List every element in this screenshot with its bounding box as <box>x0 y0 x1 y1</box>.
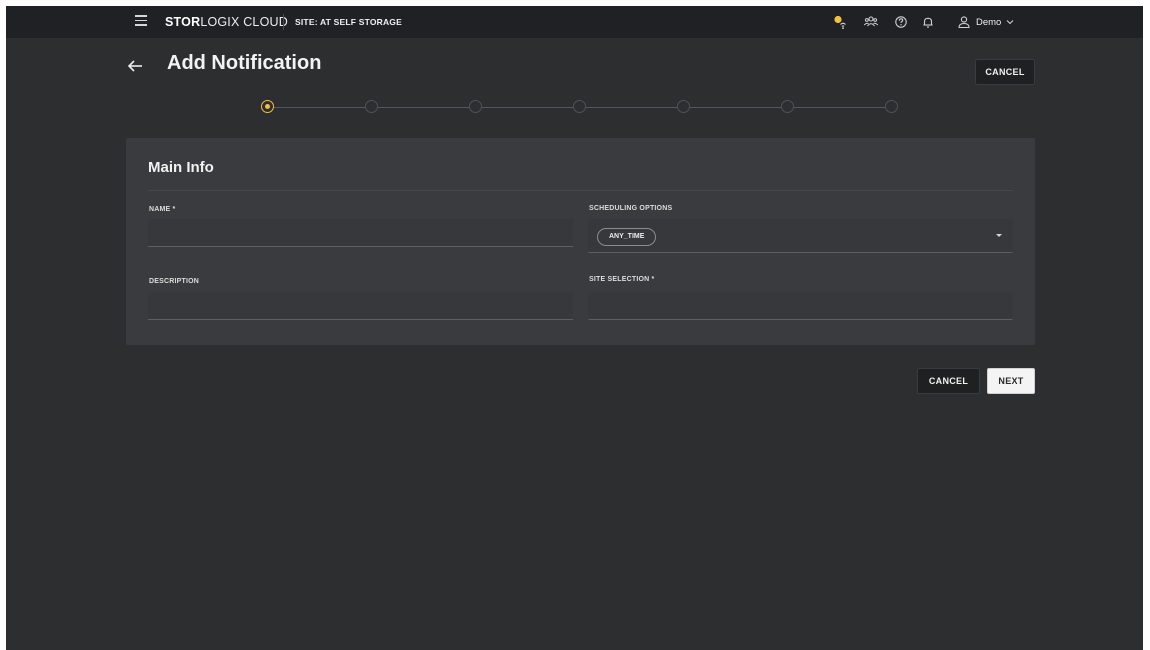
name-label: NAME * <box>149 206 176 213</box>
stepper-connector <box>378 106 469 108</box>
chevron-down-icon <box>1006 20 1014 25</box>
site-label[interactable]: SITE: AT SELF STORAGE <box>295 17 402 27</box>
user-name: Demo <box>976 16 1002 28</box>
step-2[interactable] <box>365 100 378 113</box>
stepper <box>261 99 901 115</box>
step-6[interactable] <box>781 100 794 113</box>
app-window: STORLOGIX CLOUD SITE: AT SELF STORAGE De… <box>6 6 1143 650</box>
user-menu[interactable]: Demo <box>957 13 1014 31</box>
topbar-divider <box>283 14 284 30</box>
hamburger-menu-icon[interactable] <box>135 15 147 29</box>
description-label: DESCRIPTION <box>149 278 200 285</box>
help-circle-icon[interactable] <box>893 14 909 30</box>
step-7[interactable] <box>885 100 898 113</box>
header-cancel-button[interactable]: CANCEL <box>975 59 1035 85</box>
site-selection-select[interactable] <box>588 292 1013 320</box>
step-4[interactable] <box>573 100 586 113</box>
brand-bold-text: STOR <box>165 15 201 29</box>
brand-logo[interactable]: STORLOGIX CLOUD <box>165 15 288 29</box>
description-input[interactable] <box>148 292 573 320</box>
stepper-connector <box>586 106 677 108</box>
card-divider <box>148 190 1013 191</box>
card-title: Main Info <box>148 159 214 176</box>
arrow-left-icon[interactable] <box>126 56 146 76</box>
name-input[interactable] <box>148 219 573 247</box>
scheduling-options-label: SCHEDULING OPTIONS <box>589 205 673 212</box>
step-1-active[interactable] <box>261 100 274 113</box>
next-button[interactable]: NEXT <box>987 368 1035 394</box>
site-selection-label: SITE SELECTION * <box>589 276 655 283</box>
user-icon <box>958 16 970 29</box>
stepper-connector <box>690 106 781 108</box>
sun-cloud-icon[interactable] <box>832 14 848 30</box>
bell-icon[interactable] <box>920 14 936 30</box>
step-5[interactable] <box>677 100 690 113</box>
people-icon[interactable] <box>863 14 879 30</box>
step-3[interactable] <box>469 100 482 113</box>
stepper-connector <box>274 106 365 108</box>
dropdown-caret-icon <box>996 234 1002 237</box>
scheduling-options-select[interactable]: ANY_TIME <box>588 219 1013 253</box>
stepper-connector <box>482 106 573 108</box>
top-bar: STORLOGIX CLOUD SITE: AT SELF STORAGE De… <box>6 6 1143 38</box>
footer-cancel-button[interactable]: CANCEL <box>917 368 980 394</box>
brand-rest-text: LOGIX CLOUD <box>200 15 288 29</box>
main-info-card: Main Info NAME * SCHEDULING OPTIONS ANY_… <box>126 138 1035 345</box>
stepper-connector <box>794 106 885 108</box>
scheduling-chip[interactable]: ANY_TIME <box>597 228 657 246</box>
page-title: Add Notification <box>167 52 322 74</box>
